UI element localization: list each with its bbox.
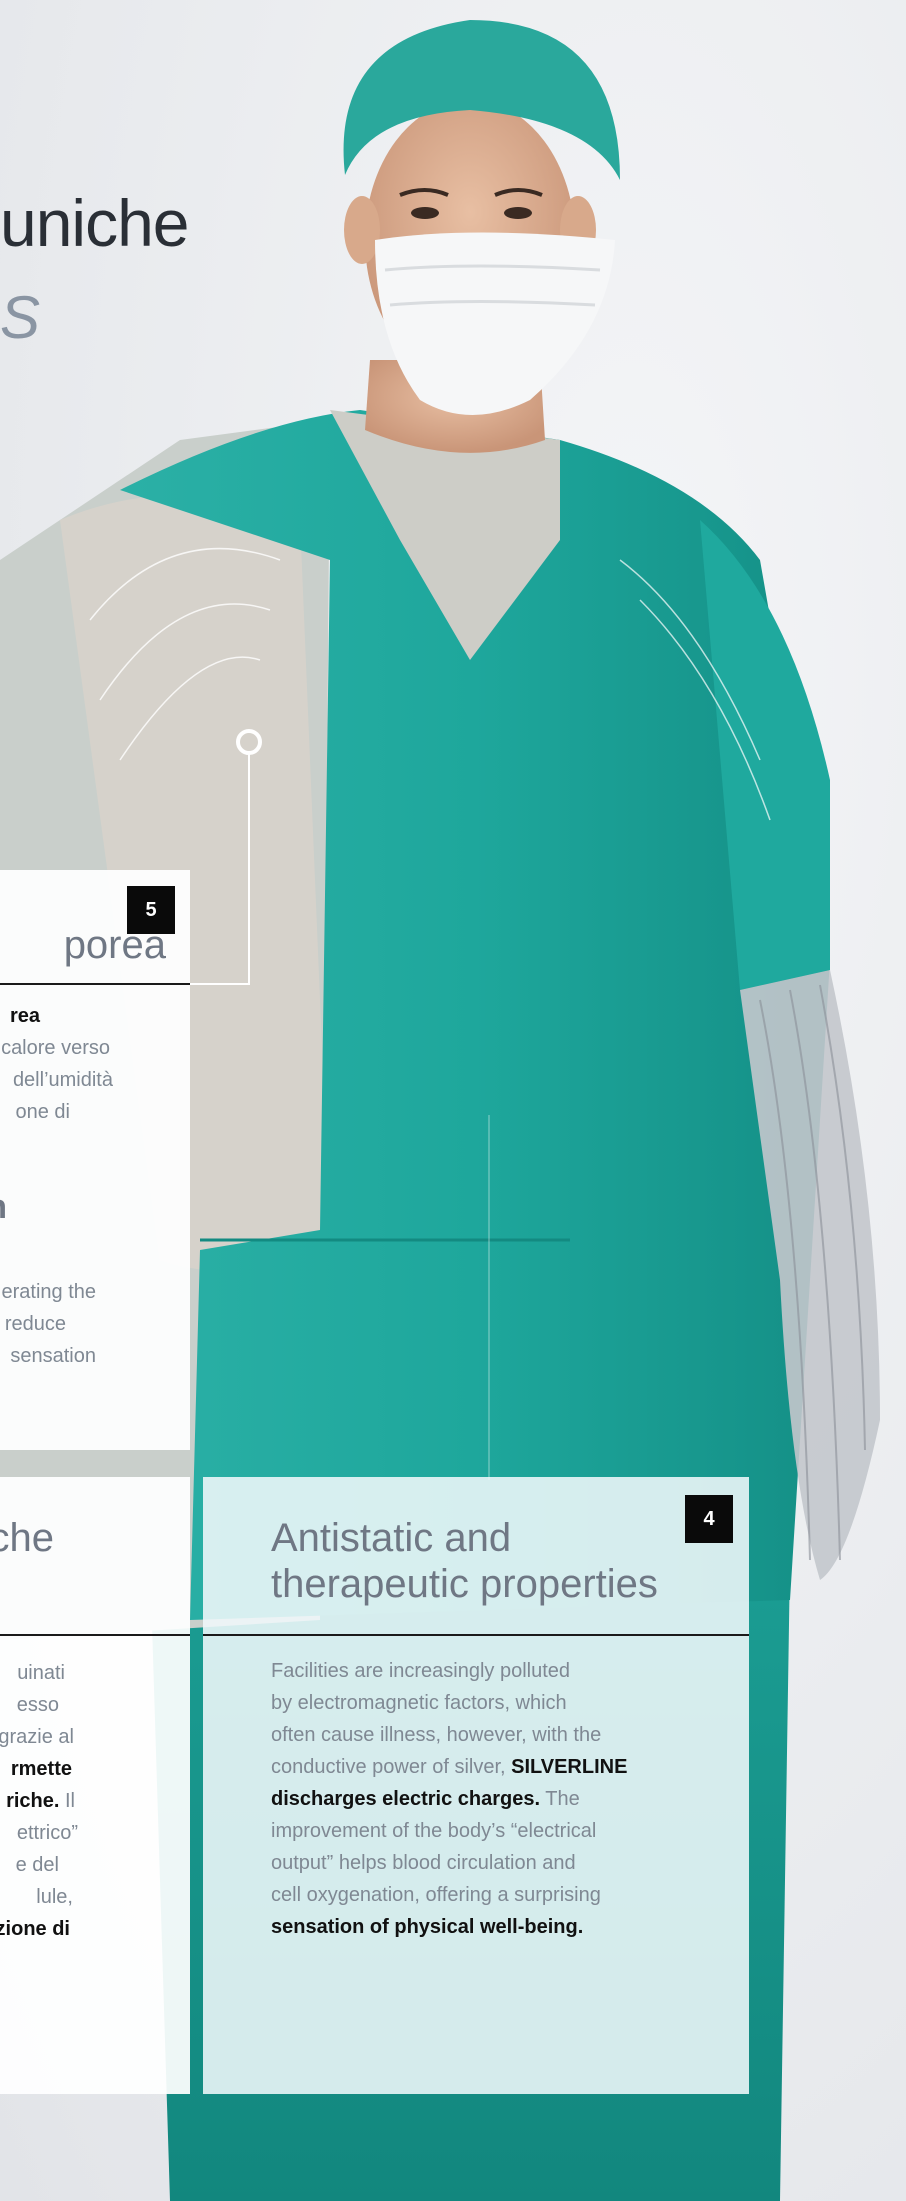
card-body-line: often cause illness, however, with the xyxy=(271,1724,602,1746)
card-number-badge: 4 xyxy=(685,1495,733,1543)
card-body-line: erating the xyxy=(1,1281,96,1303)
card-header: Antistatic and therapeutic properties 4 xyxy=(203,1477,749,1636)
card-title: porea xyxy=(63,923,166,967)
feature-card-4: Antistatic and therapeutic properties 4 … xyxy=(203,1477,749,2094)
card-body-bold: zione di xyxy=(0,1918,70,1940)
card-body-bold: rea xyxy=(9,1005,40,1027)
card-body-bold: rmette xyxy=(10,1758,72,1780)
card-body-line: calore verso xyxy=(1,1037,110,1059)
card-body-line: sensation xyxy=(10,1345,96,1367)
card-subtitle: n xyxy=(0,1188,7,1227)
feature-card-left: che uinati esso grazie al rmette riche. … xyxy=(0,1477,190,2094)
page-headline: uniche xyxy=(0,186,189,260)
card-title-line: Antistatic and xyxy=(271,1516,512,1560)
card-header: 5 porea xyxy=(0,870,190,985)
card-title: Antistatic and therapeutic properties xyxy=(271,1515,658,1607)
card-header: che xyxy=(0,1477,190,1636)
card-body-line: reduce xyxy=(4,1313,66,1335)
card-body-line: e del xyxy=(15,1854,59,1876)
feature-card-5: 5 porea rea calore verso dell’umidità on… xyxy=(0,870,190,1450)
page-subheadline: S xyxy=(0,284,41,351)
card-title-line: therapeutic properties xyxy=(271,1562,658,1606)
card-body-line: Facilities are increasingly polluted xyxy=(271,1660,571,1682)
card-body: Facilities are increasingly polluted by … xyxy=(271,1655,731,1943)
card-body-line: grazie al xyxy=(0,1726,74,1748)
card-body-line: riche. Il xyxy=(6,1790,75,1812)
card-body-line: esso xyxy=(16,1694,59,1716)
card-body-line: discharges electric charges. The xyxy=(271,1788,580,1810)
card-body-line: dell’umidità xyxy=(12,1069,113,1091)
card-title: che xyxy=(0,1516,54,1560)
card-body-line: ettrico” xyxy=(16,1822,78,1844)
card-body-line: output” helps blood circulation and xyxy=(271,1852,576,1874)
card-body-line: lule, xyxy=(36,1886,73,1908)
card-body-line: sensation of physical well-being. xyxy=(271,1916,584,1938)
card-body-line: one di xyxy=(15,1101,71,1123)
card-body-line: uinati xyxy=(17,1662,65,1684)
card-body-line: by electromagnetic factors, which xyxy=(271,1692,567,1714)
card-body-line: conductive power of silver, SILVERLINE xyxy=(271,1756,628,1778)
card-body-line: improvement of the body’s “electrical xyxy=(271,1820,597,1842)
card-body-line: cell oxygenation, offering a surprising xyxy=(271,1884,601,1906)
